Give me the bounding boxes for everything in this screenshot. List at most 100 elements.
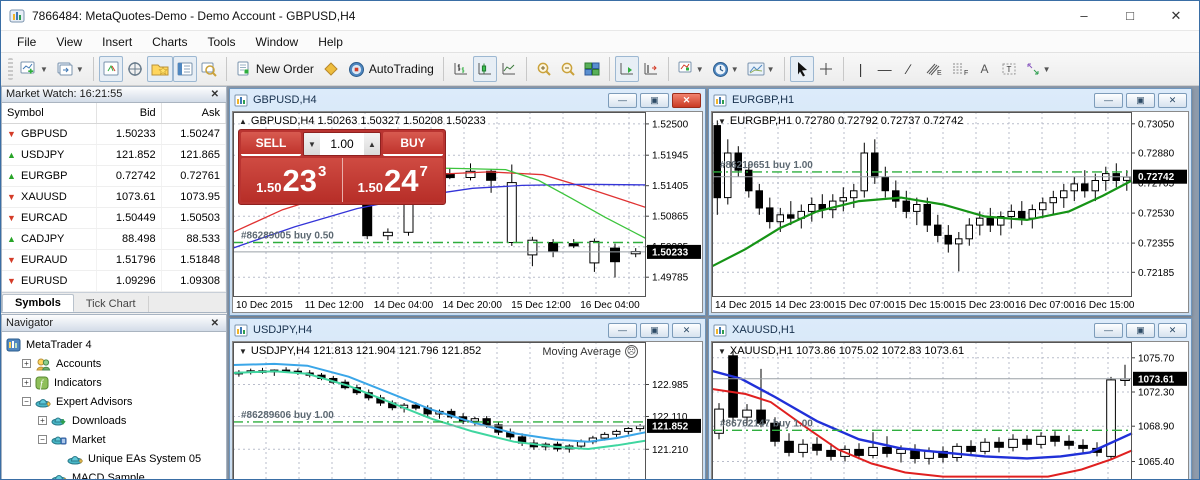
- candlestick-button[interactable]: [472, 56, 497, 82]
- sell-price[interactable]: 1.50 23 3: [241, 158, 343, 202]
- menu-item-help[interactable]: Help: [308, 33, 353, 51]
- child-restore-button[interactable]: ▣: [1126, 92, 1155, 108]
- buy-price[interactable]: 1.50 24 7: [342, 158, 443, 202]
- tree-item-expert-advisors[interactable]: − Expert Advisors: [2, 392, 226, 411]
- maximize-button[interactable]: □: [1107, 1, 1153, 31]
- market-watch-row-xauusd[interactable]: ▼ XAUUSD 1073.61 1073.95: [2, 186, 226, 209]
- symbol-cell[interactable]: ▼ EURCAD: [2, 207, 98, 230]
- equidistant-channel-button[interactable]: E: [921, 56, 947, 82]
- templates-button[interactable]: ▼: [743, 56, 779, 82]
- market-watch-close-icon[interactable]: ✕: [208, 89, 222, 100]
- child-minimize-button[interactable]: —: [608, 92, 637, 108]
- auto-scroll-button[interactable]: [614, 56, 639, 82]
- market-watch-row-eurusd[interactable]: ▼ EURUSD 1.09296 1.09308: [2, 270, 226, 293]
- symbol-cell[interactable]: ▲ CADJPY: [2, 228, 98, 251]
- expand-icon[interactable]: +: [22, 378, 31, 387]
- navigator-button[interactable]: [146, 56, 173, 82]
- market-watch-row-usdjpy[interactable]: ▲ USDJPY 121.852 121.865: [2, 144, 226, 167]
- collapse-icon[interactable]: −: [22, 397, 31, 406]
- autotrading-button[interactable]: AutoTrading: [344, 56, 438, 82]
- chart-shift-button[interactable]: [639, 56, 663, 82]
- child-restore-button[interactable]: ▣: [640, 322, 669, 338]
- line-chart-button[interactable]: [497, 56, 521, 82]
- new-order-button[interactable]: New Order: [232, 56, 318, 82]
- tree-item-macd-sample[interactable]: MACD Sample: [2, 468, 226, 479]
- market-watch-button[interactable]: [98, 56, 123, 82]
- menu-item-window[interactable]: Window: [246, 33, 309, 51]
- crosshair-button[interactable]: [814, 56, 838, 82]
- volume-down-icon[interactable]: ▼: [304, 133, 320, 155]
- child-minimize-button[interactable]: —: [1094, 322, 1123, 338]
- toolbar-grip[interactable]: [8, 58, 13, 80]
- fibonacci-button[interactable]: F: [947, 56, 973, 82]
- ohlc-header-usdjpy[interactable]: ▼ USDJPY,H4 121.813 121.904 121.796 121.8…: [239, 345, 481, 357]
- chart-window-usdjpy[interactable]: USDJPY,H4 — ▣ ✕ #86289606 buy 1.00 122.98…: [229, 318, 706, 479]
- zoom-out-button[interactable]: [556, 56, 580, 82]
- profiles-button[interactable]: ▼: [52, 56, 88, 82]
- symbol-cell[interactable]: ▼ GBPUSD: [2, 123, 98, 146]
- chart-window-eurgbp[interactable]: EURGBP,H1 — ▣ ✕ #86219651 buy 1.00 0.7305…: [708, 88, 1192, 316]
- data-window-button[interactable]: [123, 56, 147, 82]
- ohlc-header-xauusd[interactable]: ▼ XAUUSD,H1 1073.86 1075.02 1072.83 1073.…: [718, 345, 964, 357]
- navigator-header[interactable]: Navigator ✕: [2, 315, 226, 332]
- expand-icon[interactable]: +: [38, 416, 47, 425]
- zoom-in-button[interactable]: [532, 56, 556, 82]
- menu-item-view[interactable]: View: [46, 33, 92, 51]
- menu-item-charts[interactable]: Charts: [142, 33, 197, 51]
- market-watch-row-eurgbp[interactable]: ▲ EURGBP 0.72742 0.72761: [2, 165, 226, 188]
- market-watch-row-euraud[interactable]: ▼ EURAUD 1.51796 1.51848: [2, 249, 226, 272]
- menu-item-insert[interactable]: Insert: [92, 33, 142, 51]
- tree-item-downloads[interactable]: + Downloads: [2, 411, 226, 430]
- market-watch-row-gbpusd[interactable]: ▼ GBPUSD 1.50233 1.50247: [2, 123, 226, 146]
- menu-item-tools[interactable]: Tools: [198, 33, 246, 51]
- symbol-cell[interactable]: ▼ EURAUD: [2, 249, 98, 272]
- buy-button[interactable]: BUY: [383, 132, 443, 156]
- ohlc-header-eurgbp[interactable]: ▼ EURGBP,H1 0.72780 0.72792 0.72737 0.727…: [718, 115, 963, 127]
- symbol-cell[interactable]: ▼ XAUUSD: [2, 186, 98, 209]
- periods-button[interactable]: ▼: [708, 56, 743, 82]
- column-header-ask[interactable]: Ask: [161, 102, 226, 125]
- child-close-button[interactable]: ✕: [672, 322, 701, 338]
- horizontal-line-button[interactable]: —: [873, 56, 897, 82]
- expand-icon[interactable]: +: [22, 359, 31, 368]
- chart-window-gbpusd[interactable]: GBPUSD,H4 — ▣ ✕ #86289005 buy 0.50 1.5250…: [229, 88, 706, 316]
- strategy-tester-button[interactable]: [197, 56, 221, 82]
- child-close-button[interactable]: ✕: [672, 92, 701, 108]
- vertical-line-button[interactable]: |: [849, 56, 873, 82]
- symbol-cell[interactable]: ▲ EURGBP: [2, 165, 98, 188]
- tree-item-indicators[interactable]: + f Indicators: [2, 373, 226, 392]
- close-button[interactable]: ✕: [1153, 1, 1199, 31]
- chart-window-xauusd-titlebar[interactable]: XAUUSD,H1 — ▣ ✕: [709, 319, 1191, 341]
- menu-item-file[interactable]: File: [7, 33, 46, 51]
- sell-button[interactable]: SELL: [241, 132, 301, 156]
- bar-chart-button[interactable]: [449, 56, 473, 82]
- text-label-button[interactable]: T: [997, 56, 1021, 82]
- symbol-cell[interactable]: ▼ EURUSD: [2, 270, 98, 293]
- trendline-button[interactable]: ∕: [897, 56, 921, 82]
- market-watch-row-cadjpy[interactable]: ▲ CADJPY 88.498 88.533: [2, 228, 226, 251]
- tree-item-market[interactable]: − Market: [2, 430, 226, 449]
- tab-tick-chart[interactable]: Tick Chart: [74, 296, 149, 312]
- minimize-button[interactable]: –: [1061, 1, 1107, 31]
- tile-windows-button[interactable]: [580, 56, 604, 82]
- collapse-icon[interactable]: −: [38, 435, 47, 444]
- text-button[interactable]: A: [973, 56, 997, 82]
- tree-item-unique-eas-system-05[interactable]: Unique EAs System 05: [2, 449, 226, 468]
- arrows-button[interactable]: ▼: [1021, 56, 1055, 82]
- tree-item-metatrader-4[interactable]: MetaTrader 4: [2, 335, 226, 354]
- child-close-button[interactable]: ✕: [1158, 92, 1187, 108]
- tab-symbols[interactable]: Symbols: [2, 294, 74, 312]
- symbol-cell[interactable]: ▲ USDJPY: [2, 144, 98, 167]
- volume-input[interactable]: 1.00: [320, 133, 364, 155]
- chart-window-usdjpy-titlebar[interactable]: USDJPY,H4 — ▣ ✕: [230, 319, 705, 341]
- tree-item-accounts[interactable]: + Accounts: [2, 354, 226, 373]
- new-chart-button[interactable]: ▼: [16, 56, 52, 82]
- ohlc-header-gbpusd[interactable]: ▲ GBPUSD,H4 1.50263 1.50327 1.50208 1.502…: [239, 115, 486, 127]
- chart-window-xauusd[interactable]: XAUUSD,H1 — ▣ ✕ #86762147 buy 1.00 1075.7…: [708, 318, 1192, 479]
- child-minimize-button[interactable]: —: [1094, 92, 1123, 108]
- indicators-button[interactable]: ▼: [674, 56, 708, 82]
- chart-plot-xauusd[interactable]: #86762147 buy 1.00 1075.70 1072.30 1068.90 1…: [711, 342, 1188, 479]
- navigator-close-icon[interactable]: ✕: [208, 318, 222, 329]
- child-restore-button[interactable]: ▣: [640, 92, 669, 108]
- child-close-button[interactable]: ✕: [1158, 322, 1187, 338]
